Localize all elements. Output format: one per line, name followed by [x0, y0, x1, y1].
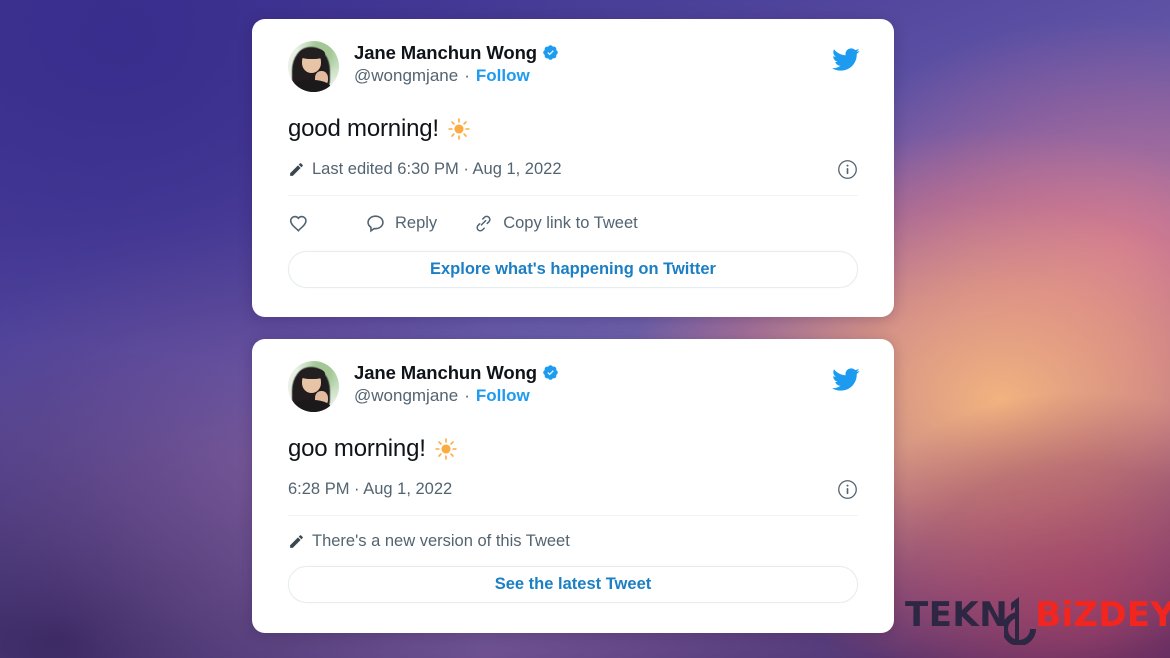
tweet-timestamp: 6:28 PM · Aug 1, 2022	[288, 479, 453, 498]
follow-link[interactable]: Follow	[476, 386, 530, 406]
author-handle: @wongmjane	[354, 65, 459, 85]
tweet-card-edited: Jane Manchun Wong @wongmjane · Follow go…	[252, 19, 894, 317]
author-display-name: Jane Manchun Wong	[354, 362, 537, 383]
copy-link-button[interactable]: Copy link to Tweet	[473, 213, 638, 234]
new-version-notice: There's a new version of this Tweet	[288, 529, 858, 553]
info-circle-icon[interactable]	[837, 479, 858, 500]
author-names: Jane Manchun Wong @wongmjane · Follow	[354, 41, 559, 86]
tweet-timestamp-group: 6:28 PM · Aug 1, 2022	[288, 480, 452, 499]
author-handle: @wongmjane	[354, 385, 459, 405]
tweet-header: Jane Manchun Wong @wongmjane · Follow	[288, 361, 860, 417]
avatar-fringe	[299, 48, 325, 60]
display-name-row: Jane Manchun Wong	[354, 362, 559, 384]
pencil-icon	[290, 162, 303, 176]
twitter-bird-icon[interactable]	[831, 45, 860, 74]
link-chain-icon	[476, 215, 491, 232]
follow-link[interactable]: Follow	[476, 66, 530, 86]
tweet-header: Jane Manchun Wong @wongmjane · Follow	[288, 41, 860, 97]
tweet-body: good morning!	[288, 115, 858, 143]
sun-emoji	[448, 118, 470, 140]
verified-badge-icon	[543, 365, 558, 381]
avatar[interactable]	[288, 41, 339, 92]
like-button[interactable]	[288, 213, 318, 234]
heart-icon	[289, 215, 307, 232]
meta-divider	[288, 195, 858, 196]
handle-row: @wongmjane · Follow	[354, 386, 559, 406]
screenshot-canvas: Jane Manchun Wong @wongmjane · Follow go…	[0, 0, 1170, 658]
copy-link-label: Copy link to Tweet	[503, 213, 638, 232]
new-version-notice-text: There's a new version of this Tweet	[312, 531, 570, 550]
avatar-shoulder	[289, 79, 332, 92]
author-names: Jane Manchun Wong @wongmjane · Follow	[354, 361, 559, 406]
avatar[interactable]	[288, 361, 339, 412]
handle-separator: ·	[464, 385, 470, 405]
tweet-actions: Reply Copy link to Tweet	[288, 208, 858, 238]
watermark: TEKN BiZDEYiZ	[905, 595, 1170, 645]
explore-twitter-button[interactable]: Explore what's happening on Twitter	[288, 251, 858, 288]
verified-badge-icon	[543, 45, 558, 61]
reply-label: Reply	[395, 213, 438, 232]
info-circle-icon[interactable]	[837, 159, 858, 180]
see-latest-tweet-button[interactable]: See the latest Tweet	[288, 566, 858, 603]
tweet-body-text: good morning!	[288, 115, 439, 142]
handle-separator: ·	[464, 65, 470, 85]
display-name-row: Jane Manchun Wong	[354, 42, 559, 64]
watermark-text-dark: TEKN	[905, 595, 1009, 635]
tweet-body: goo morning!	[288, 435, 858, 463]
pencil-icon	[290, 534, 303, 548]
meta-divider	[288, 515, 858, 516]
avatar-shoulder	[289, 399, 332, 412]
sun-emoji	[434, 438, 457, 460]
speech-bubble-icon	[367, 214, 384, 232]
twitter-bird-icon[interactable]	[831, 365, 860, 394]
tweet-timestamp: Last edited 6:30 PM · Aug 1, 2022	[312, 159, 562, 178]
tweet-card-original: Jane Manchun Wong @wongmjane · Follow go…	[252, 339, 894, 633]
watermark-text-red: BiZDEYiZ	[1035, 595, 1170, 635]
tekno-b-logo-icon	[1004, 595, 1038, 645]
author-display-name: Jane Manchun Wong	[354, 42, 537, 63]
reply-button[interactable]: Reply	[365, 213, 437, 234]
tweet-meta-row: Last edited 6:30 PM · Aug 1, 2022	[288, 157, 858, 181]
tweet-timestamp-group: Last edited 6:30 PM · Aug 1, 2022	[288, 160, 562, 179]
handle-row: @wongmjane · Follow	[354, 66, 559, 86]
tweet-meta-row: 6:28 PM · Aug 1, 2022	[288, 477, 858, 501]
avatar-fringe	[299, 368, 325, 380]
tweet-body-text: goo morning!	[288, 435, 426, 462]
